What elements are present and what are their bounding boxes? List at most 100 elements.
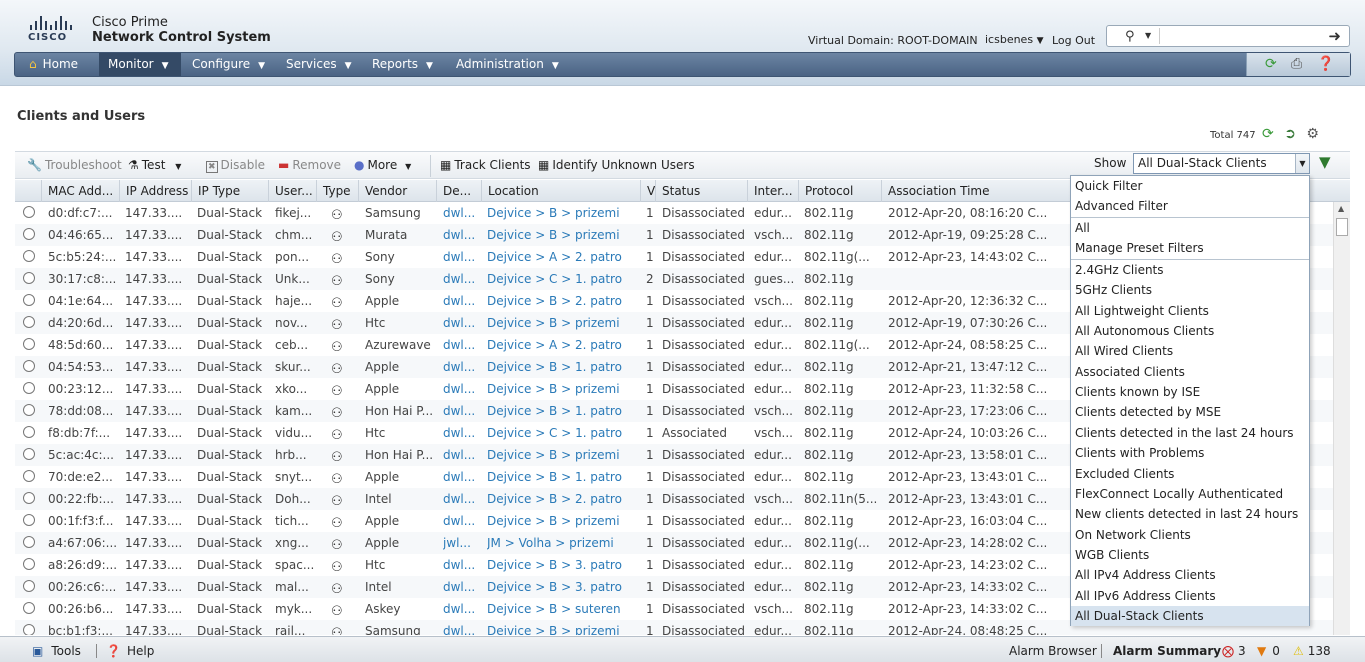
cell-link[interactable]: dwl... bbox=[443, 224, 483, 246]
menu-item[interactable]: All IPv6 Address Clients bbox=[1071, 586, 1309, 606]
nav-reports[interactable]: Reports ▼ bbox=[372, 53, 433, 76]
column-header[interactable]: Protocol bbox=[798, 180, 881, 202]
row-radio[interactable] bbox=[23, 316, 35, 328]
menu-item[interactable]: All Wired Clients bbox=[1071, 341, 1309, 361]
menu-item[interactable]: WGB Clients bbox=[1071, 545, 1309, 565]
cell-link[interactable]: dwl... bbox=[443, 268, 483, 290]
menu-item[interactable]: Advanced Filter bbox=[1071, 196, 1309, 216]
cell-link[interactable]: Dejvice > C > 1. patro bbox=[487, 422, 637, 444]
cell-link[interactable]: dwl... bbox=[443, 400, 483, 422]
cell-link[interactable]: Dejvice > B > 1. patro bbox=[487, 400, 637, 422]
row-radio[interactable] bbox=[23, 514, 35, 526]
remove-button[interactable]: ▬ Remove bbox=[278, 158, 341, 172]
vertical-scrollbar[interactable]: ▲ bbox=[1333, 202, 1350, 635]
cell-link[interactable]: dwl... bbox=[443, 246, 483, 268]
user-menu[interactable]: icsbenes ▼ bbox=[985, 33, 1043, 46]
menu-item[interactable]: New clients detected in last 24 hours bbox=[1071, 504, 1309, 524]
cell-link[interactable]: Dejvice > B > prizemi bbox=[487, 202, 637, 224]
menu-item[interactable]: On Network Clients bbox=[1071, 525, 1309, 545]
menu-item[interactable]: All Autonomous Clients bbox=[1071, 321, 1309, 341]
cell-link[interactable]: dwl... bbox=[443, 466, 483, 488]
column-header[interactable]: User... bbox=[268, 180, 316, 202]
cell-link[interactable]: Dejvice > B > 2. patro bbox=[487, 290, 637, 312]
row-radio[interactable] bbox=[23, 206, 35, 218]
menu-item[interactable]: Associated Clients bbox=[1071, 362, 1309, 382]
nav-monitor[interactable]: Monitor ▼ bbox=[99, 53, 181, 76]
cell-link[interactable]: dwl... bbox=[443, 488, 483, 510]
row-radio[interactable] bbox=[23, 382, 35, 394]
show-filter-select[interactable]: All Dual-Stack Clients ▼ bbox=[1133, 153, 1310, 174]
cell-link[interactable]: dwl... bbox=[443, 422, 483, 444]
chevron-down-icon[interactable]: ▼ bbox=[1295, 154, 1309, 173]
cell-link[interactable]: dwl... bbox=[443, 576, 483, 598]
cell-link[interactable]: Dejvice > A > 2. patro bbox=[487, 334, 637, 356]
cell-link[interactable]: Dejvice > A > 2. patro bbox=[487, 246, 637, 268]
row-radio[interactable] bbox=[23, 360, 35, 372]
row-radio[interactable] bbox=[23, 448, 35, 460]
cell-link[interactable]: Dejvice > B > prizemi bbox=[487, 378, 637, 400]
cell-link[interactable]: dwl... bbox=[443, 290, 483, 312]
menu-item[interactable]: All Dual-Stack Clients bbox=[1071, 605, 1309, 626]
minor-alarms[interactable]: ⚠ 138 bbox=[1293, 644, 1331, 658]
row-radio[interactable] bbox=[23, 294, 35, 306]
chevron-down-icon[interactable]: ▼ bbox=[1145, 31, 1151, 40]
cell-link[interactable]: Dejvice > B > prizemi bbox=[487, 224, 637, 246]
cell-link[interactable]: Dejvice > B > 3. patro bbox=[487, 554, 637, 576]
menu-item[interactable]: 2.4GHz Clients bbox=[1071, 260, 1309, 280]
menu-item[interactable]: Excluded Clients bbox=[1071, 464, 1309, 484]
cell-link[interactable]: jwl... bbox=[443, 532, 483, 554]
menu-item[interactable]: All IPv4 Address Clients bbox=[1071, 565, 1309, 585]
column-header[interactable]: Location bbox=[481, 180, 640, 202]
cell-link[interactable]: dwl... bbox=[443, 554, 483, 576]
nav-configure[interactable]: Configure ▼ bbox=[192, 53, 265, 76]
column-header[interactable]: Association Time bbox=[881, 180, 1046, 202]
cell-link[interactable]: Dejvice > B > suteren bbox=[487, 598, 637, 620]
gear-icon[interactable]: ⚙ bbox=[1306, 126, 1319, 142]
row-radio[interactable] bbox=[23, 404, 35, 416]
column-header[interactable]: De... bbox=[436, 180, 481, 202]
menu-item[interactable]: Clients detected by MSE bbox=[1071, 402, 1309, 422]
column-header[interactable]: IP Type bbox=[191, 180, 268, 202]
cell-link[interactable]: Dejvice > B > prizemi bbox=[487, 620, 637, 635]
cell-link[interactable]: Dejvice > C > 1. patro bbox=[487, 268, 637, 290]
refresh-icon[interactable]: ⟳ bbox=[1262, 126, 1274, 142]
nav-home[interactable]: ⌂ Home bbox=[29, 53, 78, 76]
column-header[interactable]: MAC Add... bbox=[41, 180, 119, 202]
menu-item[interactable]: Quick Filter bbox=[1071, 176, 1309, 196]
refresh-icon[interactable]: ⟳ bbox=[1265, 56, 1277, 72]
go-arrow-icon[interactable]: ➜ bbox=[1328, 27, 1341, 45]
menu-item[interactable]: Clients known by ISE bbox=[1071, 382, 1309, 402]
cell-link[interactable]: Dejvice > B > 3. patro bbox=[487, 576, 637, 598]
row-radio[interactable] bbox=[23, 338, 35, 350]
row-radio[interactable] bbox=[23, 492, 35, 504]
menu-item[interactable]: Clients with Problems bbox=[1071, 443, 1309, 463]
tools-button[interactable]: ▣ Tools bbox=[32, 644, 81, 658]
menu-item[interactable]: 5GHz Clients bbox=[1071, 280, 1309, 300]
column-header[interactable]: Status bbox=[655, 180, 747, 202]
cell-link[interactable]: dwl... bbox=[443, 598, 483, 620]
nav-services[interactable]: Services ▼ bbox=[286, 53, 352, 76]
cell-link[interactable]: dwl... bbox=[443, 444, 483, 466]
filter-icon[interactable]: ▼ bbox=[1319, 153, 1331, 171]
nav-administration[interactable]: Administration ▼ bbox=[456, 53, 559, 76]
column-header[interactable]: V bbox=[640, 180, 655, 202]
row-radio[interactable] bbox=[23, 624, 35, 635]
disable-button[interactable]: ✖ Disable bbox=[206, 158, 265, 173]
menu-item[interactable]: FlexConnect Locally Authenticated bbox=[1071, 484, 1309, 504]
cell-link[interactable]: dwl... bbox=[443, 202, 483, 224]
cell-link[interactable]: JM > Volha > prizemi bbox=[487, 532, 637, 554]
export-icon[interactable]: ➲ bbox=[1284, 126, 1296, 142]
row-radio[interactable] bbox=[23, 426, 35, 438]
cell-link[interactable]: Dejvice > B > prizemi bbox=[487, 312, 637, 334]
row-radio[interactable] bbox=[23, 228, 35, 240]
row-radio[interactable] bbox=[23, 470, 35, 482]
cell-link[interactable]: dwl... bbox=[443, 334, 483, 356]
row-radio[interactable] bbox=[23, 602, 35, 614]
cell-link[interactable]: dwl... bbox=[443, 356, 483, 378]
critical-alarms[interactable]: ⨂ 3 bbox=[1222, 644, 1246, 658]
cell-link[interactable]: dwl... bbox=[443, 378, 483, 400]
cell-link[interactable]: Dejvice > B > prizemi bbox=[487, 444, 637, 466]
troubleshoot-button[interactable]: 🔧 Troubleshoot bbox=[27, 158, 122, 172]
cell-link[interactable]: Dejvice > B > 1. patro bbox=[487, 356, 637, 378]
cell-link[interactable]: Dejvice > B > prizemi bbox=[487, 510, 637, 532]
